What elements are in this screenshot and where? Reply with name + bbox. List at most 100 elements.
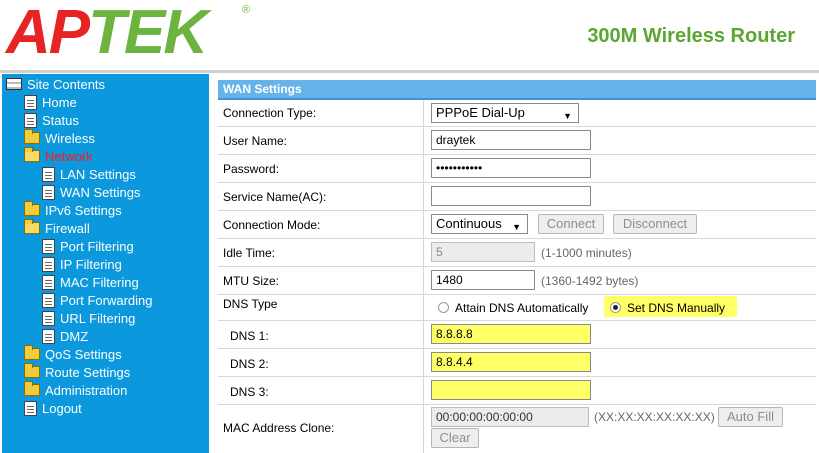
sidebar-item-port-forwarding[interactable]: Port Forwarding xyxy=(42,291,152,309)
logo-tek: TEK xyxy=(88,0,208,67)
connect-button[interactable]: Connect xyxy=(538,214,604,234)
dns-manual-radio[interactable] xyxy=(610,302,621,313)
connection-type-row: Connection Type: PPPoE Dial-Up ▼ xyxy=(218,100,816,127)
connection-mode-value: Continuous xyxy=(436,216,502,231)
password-label: Password: xyxy=(223,162,280,176)
sidebar-item-url-filtering[interactable]: URL Filtering xyxy=(42,309,135,327)
folder-icon xyxy=(24,201,40,216)
sidebar-item-administration[interactable]: Administration xyxy=(24,381,127,399)
connection-mode-label: Connection Mode: xyxy=(223,218,321,232)
user-name-label: User Name: xyxy=(223,134,288,148)
dropdown-arrow-icon: ▼ xyxy=(563,111,572,121)
dns1-row: DNS 1: 8.8.8.8 xyxy=(218,321,816,349)
dns1-input[interactable]: 8.8.8.8 xyxy=(431,324,591,344)
idle-time-label: Idle Time: xyxy=(223,246,276,260)
disconnect-button[interactable]: Disconnect xyxy=(613,214,697,234)
service-name-row: Service Name(AC): xyxy=(218,183,816,211)
folder-open-icon xyxy=(24,219,40,234)
page-icon xyxy=(42,184,55,200)
sidebar-item-route-settings[interactable]: Route Settings xyxy=(24,363,130,381)
password-row: Password: ••••••••••• xyxy=(218,155,816,183)
sidebar-item-label: Port Filtering xyxy=(60,238,134,254)
sidebar-item-status[interactable]: Status xyxy=(24,111,79,129)
panel-title: WAN Settings xyxy=(218,80,816,100)
dns-manual-label: Set DNS Manually xyxy=(627,301,726,315)
product-title: 300M Wireless Router xyxy=(587,25,795,47)
page-icon xyxy=(42,274,55,290)
dns-auto-radio[interactable] xyxy=(438,302,449,313)
page-icon xyxy=(42,256,55,272)
sidebar-item-ip-filtering[interactable]: IP Filtering xyxy=(42,255,122,273)
sidebar-item-logout[interactable]: Logout xyxy=(24,399,82,417)
sidebar-item-label: Route Settings xyxy=(45,364,131,380)
sidebar-item-wireless[interactable]: Wireless xyxy=(24,129,95,147)
sidebar-item-network[interactable]: Network xyxy=(24,147,93,165)
page-icon xyxy=(42,238,55,254)
page-icon xyxy=(42,310,55,326)
page-icon xyxy=(42,292,55,308)
folder-open-icon xyxy=(24,147,40,162)
sidebar-item-firewall[interactable]: Firewall xyxy=(24,219,90,237)
service-name-input[interactable] xyxy=(431,186,591,206)
sidebar-item-label: MAC Filtering xyxy=(60,274,139,290)
user-name-row: User Name: draytek xyxy=(218,127,816,155)
idle-time-hint: (1-1000 minutes) xyxy=(541,246,632,260)
sidebar-item-label: URL Filtering xyxy=(60,310,136,326)
sidebar-root[interactable]: Site Contents xyxy=(6,75,105,93)
service-name-label: Service Name(AC): xyxy=(223,190,327,204)
sidebar-item-home[interactable]: Home xyxy=(24,93,77,111)
dns-type-label: DNS Type xyxy=(223,297,278,311)
mtu-input[interactable]: 1480 xyxy=(431,270,535,290)
auto-fill-button[interactable]: Auto Fill xyxy=(718,407,783,427)
dns2-label: DNS 2: xyxy=(230,357,269,371)
mac-clone-row: MAC Address Clone: 00:00:00:00:00:00 (XX… xyxy=(218,405,816,453)
sidebar-item-label: Network xyxy=(45,148,93,164)
sidebar-item-label: IP Filtering xyxy=(60,256,122,272)
sidebar-item-dmz[interactable]: DMZ xyxy=(42,327,88,345)
dns-auto-label: Attain DNS Automatically xyxy=(455,301,589,315)
folder-icon xyxy=(24,345,40,360)
sidebar-item-label: DMZ xyxy=(60,328,89,344)
header-divider xyxy=(0,70,819,73)
password-input[interactable]: ••••••••••• xyxy=(431,158,591,178)
sidebar-item-label: Firewall xyxy=(45,220,90,236)
sidebar-item-lan-settings[interactable]: LAN Settings xyxy=(42,165,136,183)
site-contents-icon xyxy=(6,78,22,90)
page-icon xyxy=(24,400,37,416)
sidebar-item-qos-settings[interactable]: QoS Settings xyxy=(24,345,122,363)
mac-address-input[interactable]: 00:00:00:00:00:00 xyxy=(431,407,589,427)
aptek-logo: APTEK ® xyxy=(6,0,250,67)
sidebar-item-label: Wireless xyxy=(45,130,95,146)
sidebar: Site Contents Home Status Wireless Netwo… xyxy=(2,74,209,453)
sidebar-item-mac-filtering[interactable]: MAC Filtering xyxy=(42,273,139,291)
idle-time-row: Idle Time: 5 (1-1000 minutes) xyxy=(218,239,816,267)
sidebar-item-label: Status xyxy=(42,112,79,128)
registered-mark: ® xyxy=(242,4,251,16)
mac-format-hint: (XX:XX:XX:XX:XX:XX) xyxy=(594,410,715,424)
wan-settings-panel: WAN Settings Connection Type: PPPoE Dial… xyxy=(218,80,816,453)
page-icon xyxy=(42,166,55,182)
connection-type-select[interactable]: PPPoE Dial-Up ▼ xyxy=(431,103,579,123)
sidebar-item-port-filtering[interactable]: Port Filtering xyxy=(42,237,134,255)
logo-ap: AP xyxy=(6,0,90,67)
mtu-hint: (1360-1492 bytes) xyxy=(541,274,639,288)
page-icon xyxy=(24,112,37,128)
sidebar-item-label: Logout xyxy=(42,400,82,416)
dns3-input[interactable] xyxy=(431,380,591,400)
sidebar-item-label: WAN Settings xyxy=(60,184,141,200)
sidebar-item-ipv6-settings[interactable]: IPv6 Settings xyxy=(24,201,122,219)
page-icon xyxy=(42,328,55,344)
sidebar-item-label: IPv6 Settings xyxy=(45,202,122,218)
page-icon xyxy=(24,94,37,110)
sidebar-item-label: Home xyxy=(42,94,77,110)
user-name-input[interactable]: draytek xyxy=(431,130,591,150)
idle-time-input[interactable]: 5 xyxy=(431,242,535,262)
connection-type-value: PPPoE Dial-Up xyxy=(436,105,525,120)
connection-mode-select[interactable]: Continuous ▼ xyxy=(431,214,528,234)
sidebar-item-label: QoS Settings xyxy=(45,346,122,362)
dns2-input[interactable]: 8.8.4.4 xyxy=(431,352,591,372)
dns-type-row: DNS Type Attain DNS Automatically Set DN… xyxy=(218,295,816,321)
dns3-row: DNS 3: xyxy=(218,377,816,405)
sidebar-item-wan-settings[interactable]: WAN Settings xyxy=(42,183,140,201)
clear-button[interactable]: Clear xyxy=(431,428,479,448)
